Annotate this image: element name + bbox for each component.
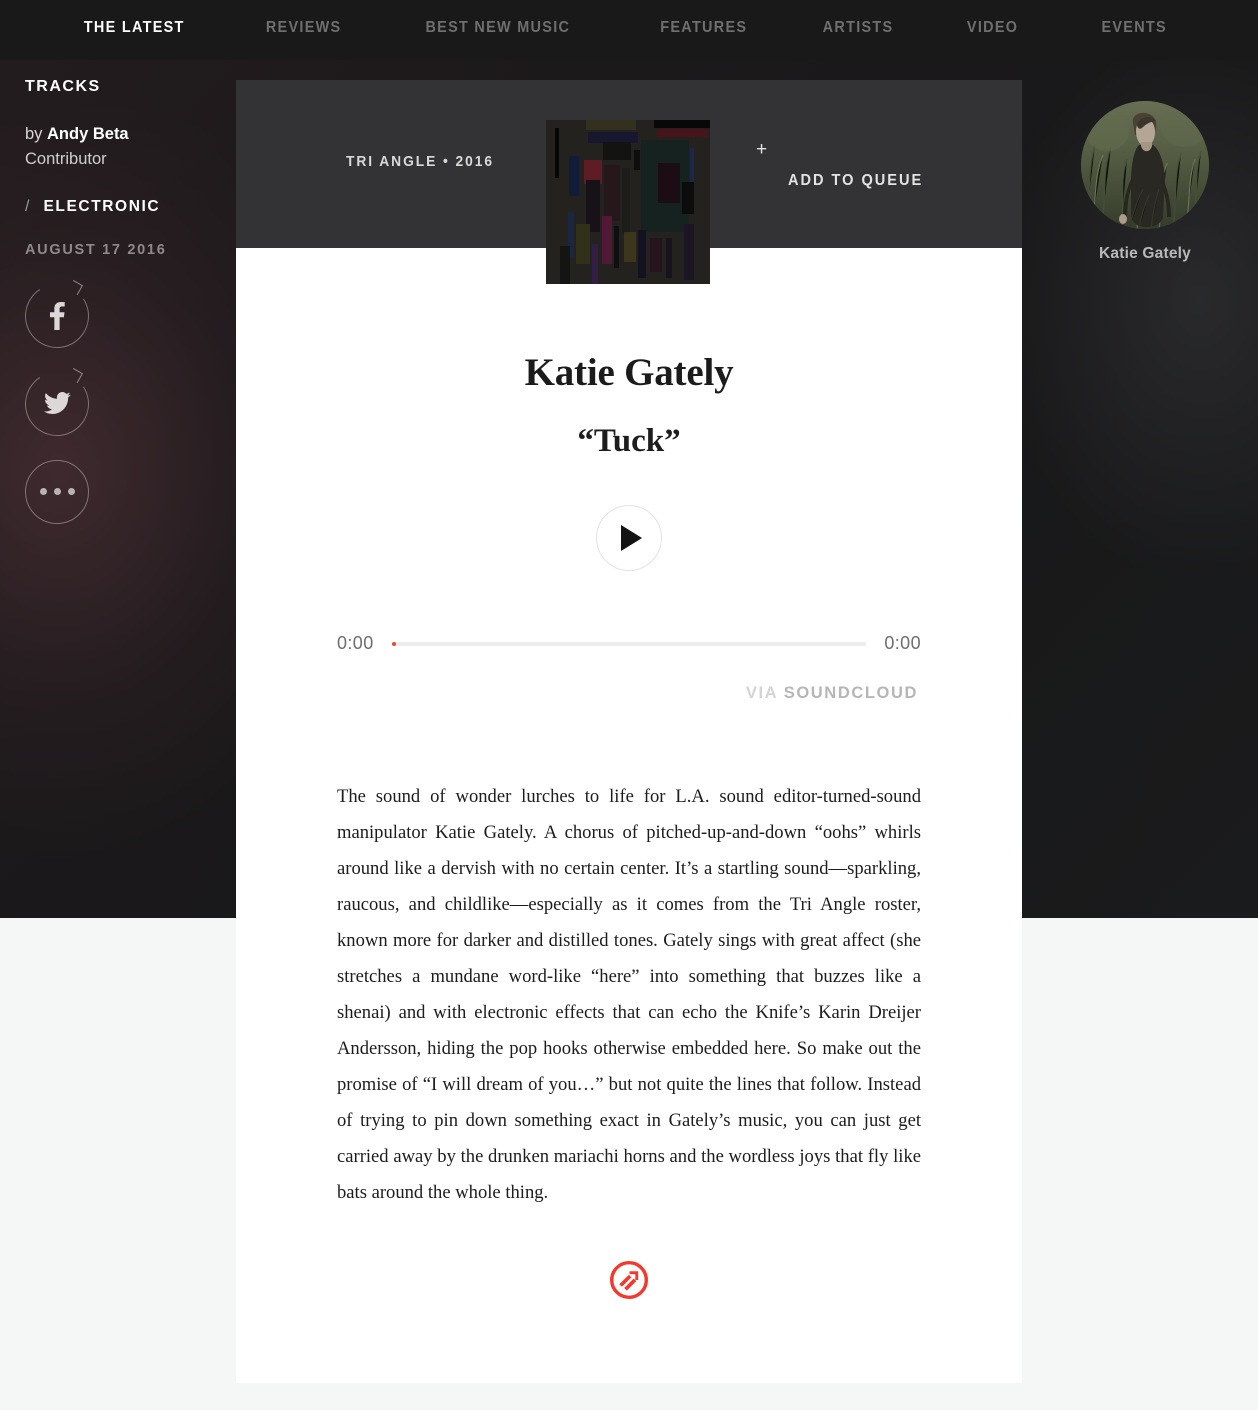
album-artwork[interactable]	[546, 120, 710, 284]
add-to-queue-label: ADD TO QUEUE	[788, 172, 924, 189]
plus-icon: +	[756, 139, 768, 160]
nav-item-reviews[interactable]: REVIEWS	[266, 19, 342, 37]
play-button[interactable]	[596, 505, 662, 571]
article-body-text: The sound of wonder lurches to life for …	[337, 786, 921, 1203]
progress-bar[interactable]	[391, 641, 867, 646]
via-source[interactable]: VIA SOUNDCLOUD	[236, 684, 1022, 703]
elapsed-time: 0:00	[337, 633, 374, 653]
byline: by Andy Beta Contributor	[25, 122, 225, 172]
facebook-share-button[interactable]	[19, 277, 95, 354]
ellipsis-icon	[25, 460, 89, 524]
article-card: TRI ANGLE • 2016 + ADD TO QUEUE Katie Ga…	[236, 80, 1022, 1383]
embed-track-title: “Tuck”	[577, 423, 681, 459]
byline-author[interactable]: Andy Beta	[47, 125, 129, 143]
nav-item-features[interactable]: FEATURES	[660, 19, 747, 37]
duration-time: 0:00	[884, 633, 921, 653]
publish-date: AUGUST 17 2016	[25, 241, 167, 258]
nav-item-the-latest[interactable]: THE LATEST	[84, 19, 185, 37]
byline-prefix: by	[25, 125, 48, 143]
track-header-bar: TRI ANGLE • 2016 + ADD TO QUEUE	[236, 80, 1022, 284]
genre-link[interactable]: ELECTRONIC	[43, 198, 160, 216]
player-embed: Katie Gately “Tuck” 0:00 0:00 VIA SOUNDC…	[236, 248, 1022, 703]
primary-navigation: THE LATEST REVIEWS BEST NEW MUSIC FEATURES A…	[0, 0, 1258, 60]
twitter-icon	[25, 372, 89, 436]
via-source-name: SOUNDCLOUD	[783, 684, 918, 702]
nav-item-video[interactable]: VIDEO	[967, 19, 1018, 37]
twitter-share-button[interactable]	[19, 365, 95, 442]
genre-row: / ELECTRONIC	[25, 198, 225, 216]
nav-item-artists[interactable]: ARTISTS	[823, 19, 894, 37]
player-scrubber: 0:00 0:00	[337, 633, 921, 654]
progress-bar-fill	[391, 641, 396, 646]
embed-artist-name: Katie Gately	[524, 351, 734, 394]
pitchfork-logo-icon[interactable]	[610, 1261, 648, 1299]
artist-card: Katie Gately	[1081, 101, 1209, 263]
article-sidebar: TRACKS by Andy Beta Contributor / ELECTR…	[19, 78, 225, 548]
nav-item-best-new-music[interactable]: BEST NEW MUSIC	[425, 19, 570, 37]
section-kicker[interactable]: TRACKS	[25, 78, 225, 96]
byline-role: Contributor	[25, 149, 107, 168]
play-icon	[621, 525, 642, 551]
facebook-icon	[25, 284, 89, 348]
via-label: VIA	[745, 684, 778, 702]
label-and-year: TRI ANGLE • 2016	[346, 153, 494, 170]
artist-avatar[interactable]	[1081, 101, 1209, 229]
social-share-group	[19, 277, 225, 524]
genre-separator: /	[25, 197, 30, 215]
nav-item-events[interactable]: EVENTS	[1101, 19, 1166, 37]
more-share-button[interactable]	[25, 459, 89, 524]
artist-card-name[interactable]: Katie Gately	[1081, 245, 1209, 263]
